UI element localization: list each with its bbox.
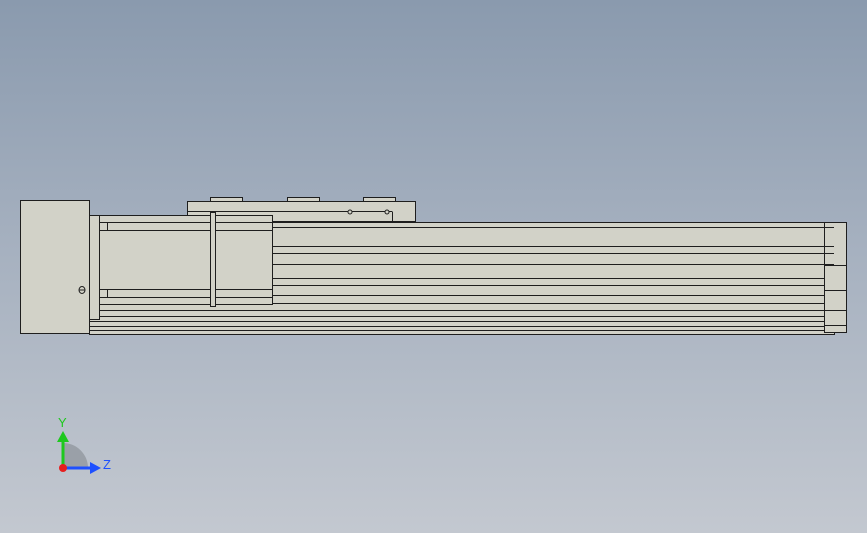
cad-graphics-viewport[interactable]: Y Z — [0, 0, 867, 533]
rail-end-cap[interactable] — [824, 222, 847, 333]
model-view[interactable]: Y Z — [0, 0, 867, 533]
coordinate-triad: Y Z — [57, 415, 111, 474]
carriage-mount-pads — [210, 197, 396, 202]
y-axis-label: Y — [58, 415, 67, 430]
rail-left-flange — [89, 215, 100, 320]
x-axis-dot-icon — [59, 464, 67, 472]
motor-housing[interactable] — [20, 200, 90, 334]
z-axis-label: Z — [103, 457, 111, 472]
triad-quadrant — [63, 443, 88, 468]
clamp-bar[interactable] — [210, 212, 216, 307]
slider-block[interactable] — [99, 215, 273, 305]
housing-screw-icon — [78, 286, 86, 294]
